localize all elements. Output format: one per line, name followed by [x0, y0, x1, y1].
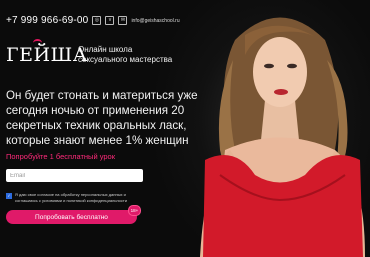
email-field[interactable]	[6, 169, 143, 182]
mail-icon: ✉	[118, 16, 128, 25]
logo-accent	[33, 39, 42, 47]
consent-text: Я даю свое согласие на обработку персона…	[15, 192, 127, 203]
instagram-icon[interactable]: ◎	[92, 16, 102, 25]
consent-row: ✓ Я даю свое согласие на обработку персо…	[6, 192, 146, 203]
cta-label: Попробуйте 1 бесплатный урок	[6, 152, 116, 161]
phone-number[interactable]: +7 999 966-69-00	[6, 15, 88, 26]
age-badge: 18+	[128, 205, 141, 216]
vk-icon[interactable]: v	[105, 16, 115, 25]
brand-tagline: Онлайн школа сексуального мастерства	[78, 45, 173, 64]
top-bar: +7 999 966-69-00 ◎ v ✉ info@geishaschool…	[6, 15, 180, 26]
brand-logo[interactable]: ГЕЙША	[6, 39, 88, 66]
try-free-button[interactable]: Попробовать бесплатно	[6, 210, 137, 224]
hero-photo	[200, 17, 365, 257]
hero-headline: Он будет стонать и материться уже сегодн…	[6, 89, 198, 147]
email-link[interactable]: info@geishaschool.ru	[131, 18, 179, 24]
consent-checkbox[interactable]: ✓	[6, 193, 12, 199]
